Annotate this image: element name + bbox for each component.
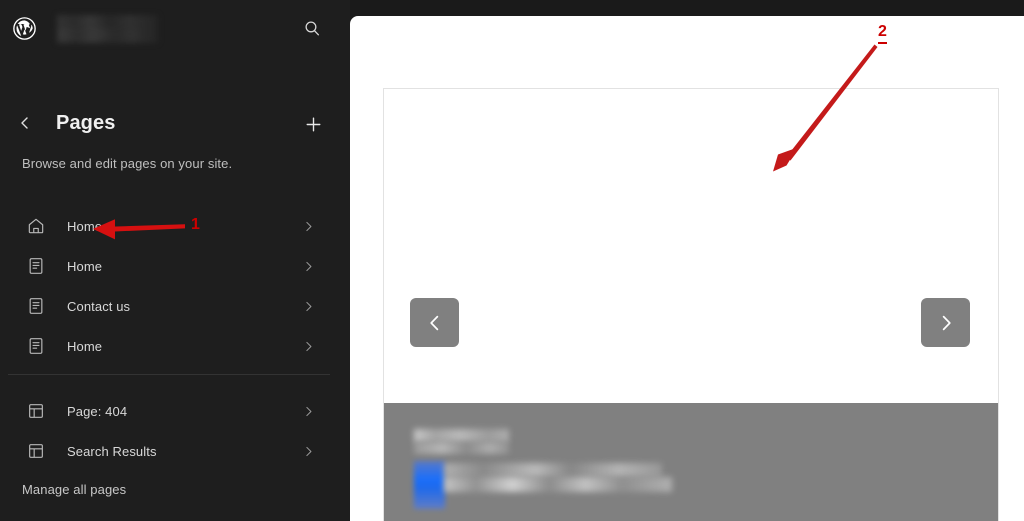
search-icon[interactable] bbox=[298, 14, 326, 42]
chevron-right-icon bbox=[302, 246, 315, 286]
sidebar-item-label: Home bbox=[67, 338, 103, 354]
page-icon bbox=[24, 294, 48, 318]
chevron-left-icon bbox=[429, 315, 438, 330]
manage-all-pages-link[interactable]: Manage all pages bbox=[22, 482, 126, 497]
page-title: Pages bbox=[56, 112, 116, 134]
chevron-right-icon bbox=[302, 326, 315, 366]
wordpress-logo-icon[interactable] bbox=[12, 16, 37, 41]
site-title[interactable] bbox=[57, 15, 158, 43]
site-editor-window: Pages Browse and edit pages on your site… bbox=[0, 0, 1024, 521]
carousel-next-button[interactable] bbox=[921, 298, 970, 347]
sidebar-item-home-2[interactable]: Home bbox=[0, 246, 350, 286]
footer-redacted-text-line-1 bbox=[444, 463, 662, 477]
footer-accent-block bbox=[414, 461, 445, 509]
sidebar-item-page-404[interactable]: Page: 404 bbox=[0, 391, 350, 431]
sidebar-titlebar: Pages bbox=[0, 103, 350, 143]
templates-list: Page: 404 Search Results bbox=[0, 391, 350, 471]
sidebar-item-label: Home bbox=[67, 218, 103, 234]
page-icon bbox=[24, 334, 48, 358]
sidebar-description: Browse and edit pages on your site. bbox=[22, 156, 233, 171]
sidebar: Pages Browse and edit pages on your site… bbox=[0, 0, 350, 521]
site-preview-panel[interactable] bbox=[350, 16, 1024, 521]
sidebar-item-label: Page: 404 bbox=[67, 403, 128, 419]
sidebar-divider bbox=[8, 374, 330, 375]
chevron-right-icon bbox=[302, 206, 315, 246]
footer-redacted-text-line-2 bbox=[444, 477, 672, 492]
sidebar-item-home-1[interactable]: Home bbox=[0, 206, 350, 246]
chevron-right-icon bbox=[942, 315, 951, 330]
preview-footer[interactable] bbox=[384, 403, 998, 521]
sidebar-item-label: Contact us bbox=[67, 298, 131, 314]
sidebar-item-label: Search Results bbox=[67, 443, 157, 459]
preview-content-frame[interactable] bbox=[383, 88, 999, 521]
chevron-right-icon bbox=[302, 391, 315, 431]
page-icon bbox=[24, 254, 48, 278]
sidebar-item-home-3[interactable]: Home bbox=[0, 326, 350, 366]
template-layout-icon bbox=[24, 399, 48, 423]
sidebar-item-search-results[interactable]: Search Results bbox=[0, 431, 350, 471]
sidebar-header bbox=[0, 0, 350, 58]
carousel-prev-button[interactable] bbox=[410, 298, 459, 347]
template-layout-icon bbox=[24, 439, 48, 463]
chevron-right-icon bbox=[302, 431, 315, 471]
home-icon bbox=[24, 214, 48, 238]
footer-redacted-heading-line-2 bbox=[414, 442, 509, 454]
pages-list: Home Home Contact us Home bbox=[0, 206, 350, 366]
footer-redacted-heading-line-1 bbox=[414, 429, 509, 442]
plus-icon[interactable] bbox=[300, 111, 326, 137]
sidebar-item-label: Home bbox=[67, 258, 103, 274]
chevron-left-icon[interactable] bbox=[13, 103, 37, 143]
chevron-right-icon bbox=[302, 286, 315, 326]
sidebar-item-contact-us[interactable]: Contact us bbox=[0, 286, 350, 326]
